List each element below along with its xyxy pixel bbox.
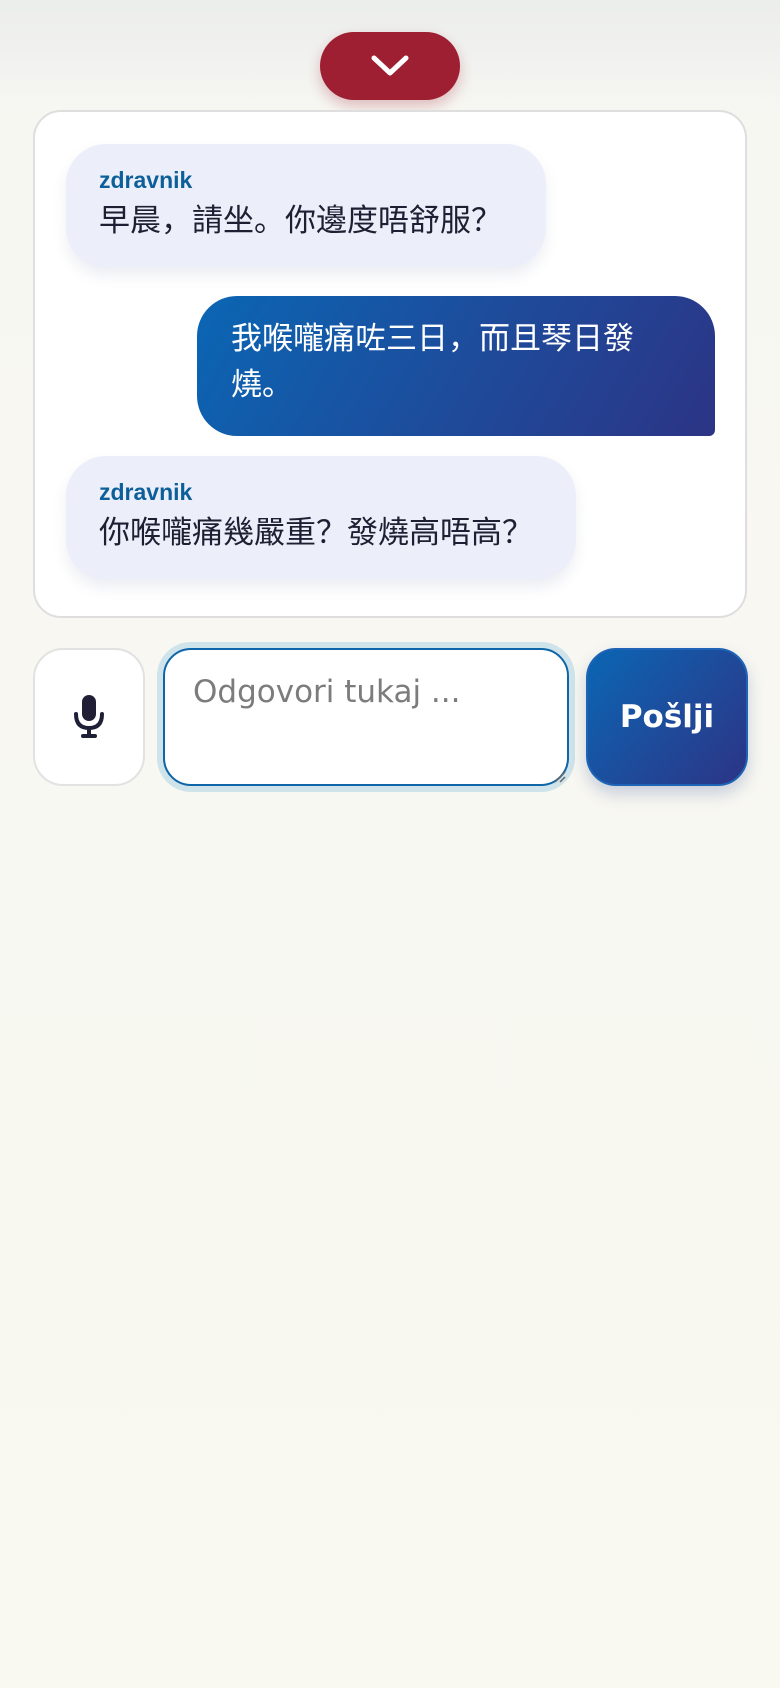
chat-panel: zdravnik 早晨，請坐。你邊度唔舒服？ 我喉嚨痛咗三日，而且琴日發 燒。 …: [33, 110, 747, 618]
message-text-line-1: 我喉嚨痛咗三日，而且琴日發: [231, 321, 634, 357]
message-text-line-2: 燒。: [231, 367, 293, 403]
collapse-button[interactable]: [320, 32, 460, 100]
reply-input-focus-ring: [157, 642, 575, 792]
reply-input[interactable]: [163, 648, 569, 786]
doctor-message: zdravnik 早晨，請坐。你邊度唔舒服？: [66, 144, 546, 268]
message-sender: zdravnik: [99, 167, 193, 193]
send-button-label: Pošlji: [619, 699, 715, 735]
message-text: 早晨，請坐。你邊度唔舒服？: [99, 203, 502, 239]
resize-grip-icon[interactable]: [551, 768, 567, 784]
message-sender: zdravnik: [99, 479, 193, 505]
doctor-message: zdravnik 你喉嚨痛幾嚴重？發燒高唔高？: [66, 456, 576, 580]
microphone-button[interactable]: [33, 648, 145, 786]
patient-message: 我喉嚨痛咗三日，而且琴日發 燒。: [197, 296, 715, 436]
microphone-icon: [74, 695, 104, 738]
message-text: 你喉嚨痛幾嚴重？發燒高唔高？: [99, 515, 533, 551]
send-button[interactable]: Pošlji: [586, 648, 748, 786]
chevron-down-icon: [371, 55, 409, 76]
